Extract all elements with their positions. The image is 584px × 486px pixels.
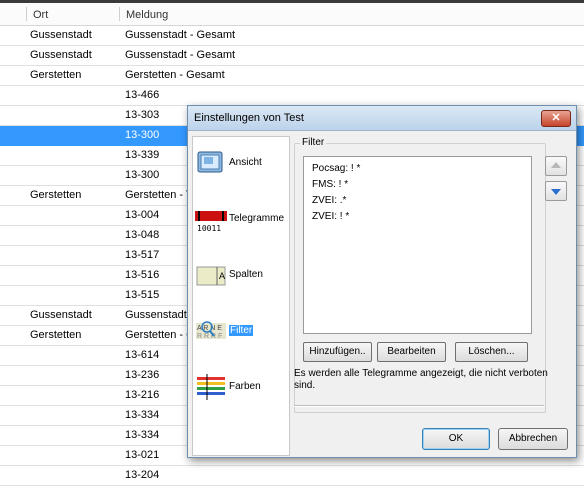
nav-label: Telegramme <box>229 213 285 224</box>
cell-meldung: 13-236 <box>125 369 160 381</box>
cell-meldung: 13-204 <box>125 469 160 481</box>
cell-meldung: 13-303 <box>125 109 160 121</box>
cell-ort: Gussenstadt <box>30 309 92 321</box>
cell-meldung: 13-515 <box>125 289 160 301</box>
filter-panel: Filter Pocsag: ! * FMS: ! * ZVEI: .* ZVE… <box>294 136 569 450</box>
cell-meldung: 13-048 <box>125 229 160 241</box>
cell-ort: Gussenstadt <box>30 49 92 61</box>
cell-meldung: Gussenstadt - Gesamt <box>125 29 236 41</box>
nav-item-filter[interactable]: A R N E R R R F Filter <box>193 309 289 355</box>
dialog-title: Einstellungen von Test <box>194 112 304 124</box>
table-row[interactable]: Gussenstadt Gussenstadt - Gesamt <box>0 46 584 66</box>
column-separator[interactable] <box>119 7 120 21</box>
cancel-button[interactable]: Abbrechen <box>498 428 568 450</box>
cell-meldung: 13-334 <box>125 429 160 441</box>
cell-ort: Gerstetten <box>30 189 82 201</box>
settings-nav: Ansicht 10011 Telegramme A Spalten A R N… <box>192 136 290 456</box>
cell-meldung: 13-334 <box>125 409 160 421</box>
cell-meldung: Gerstetten - G <box>125 329 195 341</box>
move-up-button[interactable] <box>545 156 567 176</box>
cell-meldung: 13-517 <box>125 249 160 261</box>
table-row[interactable]: Gerstetten Gerstetten - Gesamt <box>0 66 584 86</box>
table-header: Ort Meldung <box>0 3 584 26</box>
nav-item-farben[interactable]: Farben <box>193 365 289 411</box>
table-row[interactable]: 13-466 <box>0 86 584 106</box>
nav-label: Farben <box>229 381 261 392</box>
column-header-meldung[interactable]: Meldung <box>126 9 168 21</box>
nav-item-ansicht[interactable]: Ansicht <box>193 141 289 187</box>
nav-item-spalten[interactable]: A Spalten <box>193 253 289 299</box>
svg-text:R R R F: R R R F <box>197 333 222 340</box>
column-separator[interactable] <box>26 7 27 21</box>
monitor-icon <box>197 151 223 173</box>
move-down-button[interactable] <box>545 181 567 201</box>
filter-list[interactable]: Pocsag: ! * FMS: ! * ZVEI: .* ZVEI: ! * <box>303 156 532 334</box>
cell-ort: Gerstetten <box>30 69 82 81</box>
cell-ort: Gussenstadt <box>30 29 92 41</box>
edit-filter-button[interactable]: Bearbeiten <box>377 342 446 362</box>
cell-meldung: Gerstetten - T <box>125 189 193 201</box>
nav-label: Spalten <box>229 269 263 280</box>
filter-legend: Filter <box>300 137 327 148</box>
nav-item-telegramme[interactable]: 10011 Telegramme <box>193 197 289 243</box>
filter-list-item[interactable]: ZVEI: ! * <box>312 211 349 222</box>
arrow-up-icon <box>551 162 561 168</box>
cell-meldung: Gerstetten - Gesamt <box>125 69 225 81</box>
cell-ort: Gerstetten <box>30 329 82 341</box>
colors-icon <box>197 374 225 400</box>
svg-text:A: A <box>219 271 225 281</box>
cell-meldung: 13-300 <box>125 129 160 141</box>
nav-label: Ansicht <box>229 157 262 168</box>
close-icon: ✕ <box>551 112 561 124</box>
cell-meldung: Gussenstadt - Gesamt <box>125 49 236 61</box>
cell-meldung: 13-339 <box>125 149 160 161</box>
nav-label: Filter <box>229 325 254 336</box>
cell-meldung: 13-516 <box>125 269 160 281</box>
filter-list-item[interactable]: FMS: ! * <box>312 179 348 190</box>
table-row[interactable]: Gussenstadt Gussenstadt - Gesamt <box>0 26 584 46</box>
ok-button[interactable]: OK <box>422 428 490 450</box>
svg-text:10011: 10011 <box>197 224 221 233</box>
dialog-titlebar[interactable]: Einstellungen von Test ✕ <box>188 106 576 131</box>
close-button[interactable]: ✕ <box>541 110 571 127</box>
cell-meldung: 13-466 <box>125 89 160 101</box>
filter-list-item[interactable]: Pocsag: ! * <box>312 163 360 174</box>
columns-icon: A <box>196 266 226 286</box>
settings-dialog: Einstellungen von Test ✕ Ansicht 10011 T… <box>187 105 577 458</box>
add-filter-button[interactable]: Hinzufügen.. <box>303 342 372 362</box>
telegram-icon: 10011 <box>195 211 227 233</box>
cell-meldung: 13-300 <box>125 169 160 181</box>
arrow-down-icon <box>551 189 561 195</box>
column-header-ort[interactable]: Ort <box>33 9 48 21</box>
cell-meldung: 13-004 <box>125 209 160 221</box>
filter-info-text: Es werden alle Telegramme angezeigt, die… <box>294 368 548 391</box>
cell-meldung: 13-614 <box>125 349 160 361</box>
divider <box>294 405 544 407</box>
cell-meldung: Gussenstadt - <box>125 309 194 321</box>
filter-list-item[interactable]: ZVEI: .* <box>312 195 346 206</box>
cell-meldung: 13-021 <box>125 449 160 461</box>
cell-meldung: 13-216 <box>125 389 160 401</box>
table-row[interactable]: 13-204 <box>0 466 584 486</box>
filter-icon: A R N E R R R F <box>196 321 226 340</box>
delete-filter-button[interactable]: Löschen... <box>455 342 528 362</box>
